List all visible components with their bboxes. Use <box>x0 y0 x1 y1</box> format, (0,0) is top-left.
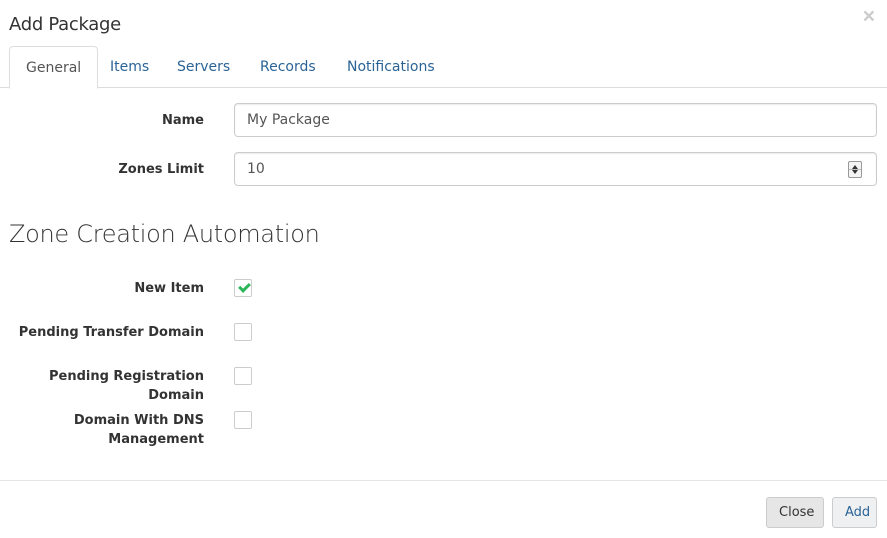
pending-transfer-label: Pending Transfer Domain <box>18 325 204 340</box>
tab-general[interactable]: General <box>9 46 99 89</box>
name-input[interactable]: My Package <box>234 103 877 137</box>
zones-limit-value: 10 <box>247 161 265 177</box>
domain-dns-label: Domain With DNS Management <box>74 411 204 449</box>
domain-dns-label-line2: Management <box>108 432 204 447</box>
pending-transfer-checkbox[interactable] <box>234 323 252 341</box>
domain-dns-label-line1: Domain With DNS <box>73 413 204 428</box>
modal-title: Add Package <box>9 14 121 35</box>
new-item-checkbox[interactable] <box>234 279 252 297</box>
new-item-label: New Item <box>134 281 204 296</box>
zones-limit-input[interactable]: 10 <box>234 152 877 186</box>
tab-items[interactable]: Items <box>94 46 165 88</box>
close-button[interactable]: Close <box>766 497 824 528</box>
pending-registration-checkbox[interactable] <box>234 367 252 385</box>
name-label: Name <box>161 113 204 128</box>
section-title: Zone Creation Automation <box>9 220 320 248</box>
tab-bar: General Items Servers Records Notificati… <box>0 46 887 89</box>
number-spinner[interactable] <box>848 161 862 178</box>
modal-header: Add Package × <box>0 0 887 46</box>
tab-records[interactable]: Records <box>244 46 332 88</box>
domain-dns-checkbox[interactable] <box>234 411 252 429</box>
pending-registration-label: Pending Registration Domain <box>48 369 204 403</box>
tab-servers[interactable]: Servers <box>161 46 246 88</box>
spinner-down-icon[interactable] <box>852 170 858 174</box>
zones-limit-label: Zones Limit <box>118 162 204 177</box>
tab-notifications[interactable]: Notifications <box>331 46 451 88</box>
modal-footer: Close Add <box>0 480 887 538</box>
add-button[interactable]: Add <box>832 497 877 528</box>
check-icon <box>238 280 251 293</box>
close-icon[interactable]: × <box>863 6 875 27</box>
